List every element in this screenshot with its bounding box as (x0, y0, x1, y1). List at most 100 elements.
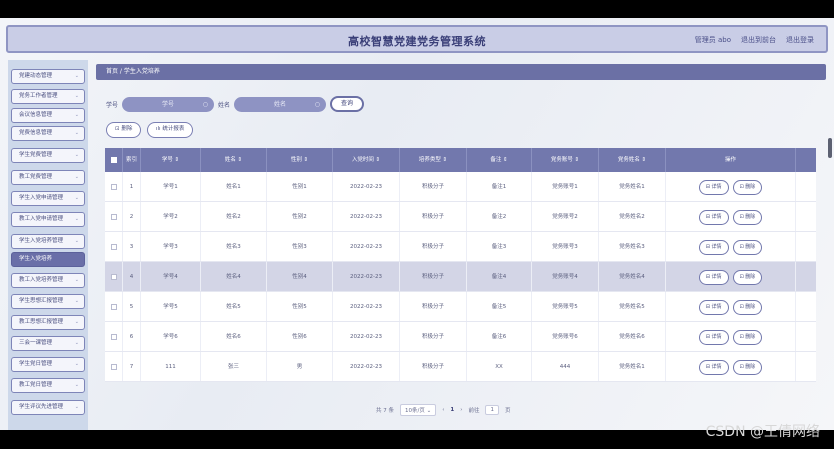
row-checkbox[interactable] (105, 232, 123, 261)
sidebar-item[interactable]: 教工思想汇报管理 ⌄ (11, 315, 85, 330)
detail-button-label: 详情 (711, 273, 722, 280)
checkbox-box (110, 183, 117, 190)
table-row[interactable]: 3 学号3 姓名3 性别3 2022-02-23 积极分子 备注3 党务账号3 党务姓名3 ⊟ 详… (105, 232, 816, 262)
detail-button[interactable]: ⊟ 详情 (698, 209, 729, 225)
name-input[interactable]: 姓名 ○ (234, 96, 327, 112)
detail-button[interactable]: ⊟ 详情 (698, 299, 729, 315)
sidebar-item[interactable]: 教工入党申请管理 ⌄ (11, 212, 85, 227)
row-actions: ⊟ 详情 ⊡ 删除 (666, 202, 796, 231)
table-row[interactable]: 4 学号4 姓名4 性别4 2022-02-23 积极分子 备注4 党务账号4 党务姓名4 ⊟ 详… (105, 262, 816, 292)
student-id-placeholder: 学号 (162, 100, 175, 108)
row-checkbox[interactable] (105, 202, 123, 231)
sidebar-item[interactable]: 会议信息管理 ⌄ (11, 108, 85, 123)
chevron-down-icon: ⌄ (74, 174, 79, 180)
column-header[interactable]: 备注 ⇕ (467, 148, 532, 172)
table-cell: 学号5 (141, 292, 201, 321)
goto-input[interactable]: 1 (485, 405, 499, 415)
search-bar: 学号 学号 ○ 姓名 姓名 ○ 查询 (106, 96, 365, 112)
row-delete-button[interactable]: ⊡ 删除 (732, 359, 763, 375)
sidebar-item[interactable]: 学生评议先进管理 ⌄ (11, 400, 85, 415)
table-cell: 2 (123, 202, 141, 231)
detail-button[interactable]: ⊟ 详情 (698, 269, 729, 285)
row-delete-button[interactable]: ⊡ 删除 (732, 209, 763, 225)
table-cell: 党务姓名3 (599, 232, 666, 261)
sidebar-item[interactable]: 三会一课管理 ⌄ (11, 336, 85, 351)
detail-button[interactable]: ⊟ 详情 (698, 329, 729, 345)
row-checkbox[interactable] (105, 352, 123, 381)
row-delete-button[interactable]: ⊡ 删除 (732, 269, 763, 285)
table-cell: 2022-02-23 (333, 232, 400, 261)
sidebar-item[interactable]: 教工党费管理 ⌄ (11, 170, 85, 185)
next-page-button[interactable]: › (460, 407, 462, 413)
table-cell: 性别6 (267, 322, 333, 351)
exit-console-link[interactable]: 退出到前台 (741, 35, 776, 45)
sidebar-item[interactable]: 学生入党申请管理 ⌄ (11, 191, 85, 206)
sidebar-item[interactable]: 学生党费管理 ⌄ (11, 148, 85, 163)
row-delete-button[interactable]: ⊡ 删除 (732, 299, 763, 315)
prev-page-button[interactable]: ‹ (442, 407, 444, 413)
checkbox-box (110, 333, 117, 340)
sidebar-item-label: 会议信息管理 (19, 112, 53, 118)
sidebar-item[interactable]: 学生党日管理 ⌄ (11, 357, 85, 372)
detail-button[interactable]: ⊟ 详情 (698, 359, 729, 375)
column-header[interactable]: 姓名 ⇕ (201, 148, 267, 172)
admin-label: 管理员 abo (694, 36, 731, 44)
page-size-select[interactable]: 10条/页 ⌄ (400, 404, 437, 416)
sidebar-item[interactable]: 教工入党培养管理 ⌄ (11, 273, 85, 288)
table-row[interactable]: 1 学号1 姓名1 性别1 2022-02-23 积极分子 备注1 党务账号1 党务姓名1 ⊟ 详… (105, 172, 816, 202)
sidebar-item[interactable]: 教工党日管理 ⌄ (11, 378, 85, 393)
detail-button[interactable]: ⊟ 详情 (698, 179, 729, 195)
column-header[interactable]: 党务姓名 ⇕ (599, 148, 666, 172)
chevron-down-icon: ⌄ (426, 408, 432, 414)
table-row[interactable]: 6 学号6 姓名6 性别6 2022-02-23 积极分子 备注6 党务账号6 党务姓名6 ⊟ 详… (105, 322, 816, 352)
table-row[interactable]: 7 111 张三男 2022-02-23 积极分子 XX 444 党务姓名1 ⊟ 详情 ⊡ 删除 (105, 352, 816, 382)
delete-button[interactable]: ⊡ 删除 (106, 122, 142, 138)
table-cell: 积极分子 (400, 172, 467, 201)
column-header[interactable]: 党务账号 ⇕ (532, 148, 599, 172)
detail-button[interactable]: ⊟ 详情 (698, 239, 729, 255)
exit-login-link[interactable]: 退出登录 (786, 35, 814, 45)
table-cell: 党务账号4 (532, 262, 599, 291)
table-row[interactable]: 2 学号2 姓名2 性别2 2022-02-23 积极分子 备注2 党务账号2 党务姓名2 ⊟ 详… (105, 202, 816, 232)
table-cell: 4 (123, 262, 141, 291)
row-checkbox[interactable] (105, 262, 123, 291)
scrollbar[interactable] (828, 138, 832, 158)
sidebar-item[interactable]: 学生思想汇报管理 ⌄ (11, 294, 85, 309)
table-row[interactable]: 5 学号5 姓名5 性别5 2022-02-23 积极分子 备注5 党务账号5 党务姓名5 ⊟ 详… (105, 292, 816, 322)
row-checkbox[interactable] (105, 292, 123, 321)
table-cell: 6 (123, 322, 141, 351)
chevron-down-icon: ⌄ (74, 112, 79, 118)
stats-report-button[interactable]: ılı 统计报表 (147, 122, 194, 138)
pager-total: 共 7 条 (376, 408, 394, 414)
column-header[interactable]: 学号 ⇕ (141, 148, 201, 172)
sidebar-item-label: 学生评议先进管理 (19, 404, 64, 410)
column-header[interactable]: 培养类型 ⇕ (400, 148, 467, 172)
row-delete-button[interactable]: ⊡ 删除 (732, 329, 763, 345)
sidebar-item-label: 三会一课管理 (19, 340, 53, 346)
sidebar-item[interactable]: 党建动态管理 ⌄ (11, 69, 85, 84)
table-cell: 1 (123, 172, 141, 201)
sidebar-item[interactable]: 党费信息管理 ⌄ (11, 126, 85, 141)
row-checkbox[interactable] (105, 172, 123, 201)
row-delete-button-label: 删除 (745, 333, 756, 340)
row-checkbox[interactable] (105, 322, 123, 351)
table-cell: 学号2 (141, 202, 201, 231)
sidebar-item-label: 党务工作者管理 (19, 93, 58, 99)
sidebar-item[interactable]: 党务工作者管理 ⌄ (11, 89, 85, 104)
table-cell: 党务账号6 (532, 322, 599, 351)
current-page[interactable]: 1 (450, 407, 454, 413)
row-delete-button[interactable]: ⊡ 删除 (732, 239, 763, 255)
select-all-checkbox[interactable] (105, 148, 123, 172)
sidebar-item[interactable]: 学生入党培养 (11, 252, 85, 267)
row-actions: ⊟ 详情 ⊡ 删除 (666, 292, 796, 321)
column-header[interactable]: 入党时间 ⇕ (333, 148, 400, 172)
student-id-input[interactable]: 学号 ○ (122, 96, 215, 112)
table-cell: 积极分子 (400, 262, 467, 291)
column-header[interactable]: 性别 ⇕ (267, 148, 333, 172)
row-delete-button[interactable]: ⊡ 删除 (732, 179, 763, 195)
sidebar-item[interactable]: 学生入党培养管理 ⌄ (11, 234, 85, 249)
sidebar: 党建动态管理 ⌄ 党务工作者管理 ⌄ 会议信息管理 ⌄ 党费信息管理 ⌄ 学生党费管理 ⌄ 教工党费… (8, 60, 88, 430)
detail-button-label: 详情 (711, 303, 722, 310)
query-button[interactable]: 查询 (330, 96, 365, 112)
detail-button-label: 详情 (711, 243, 722, 250)
